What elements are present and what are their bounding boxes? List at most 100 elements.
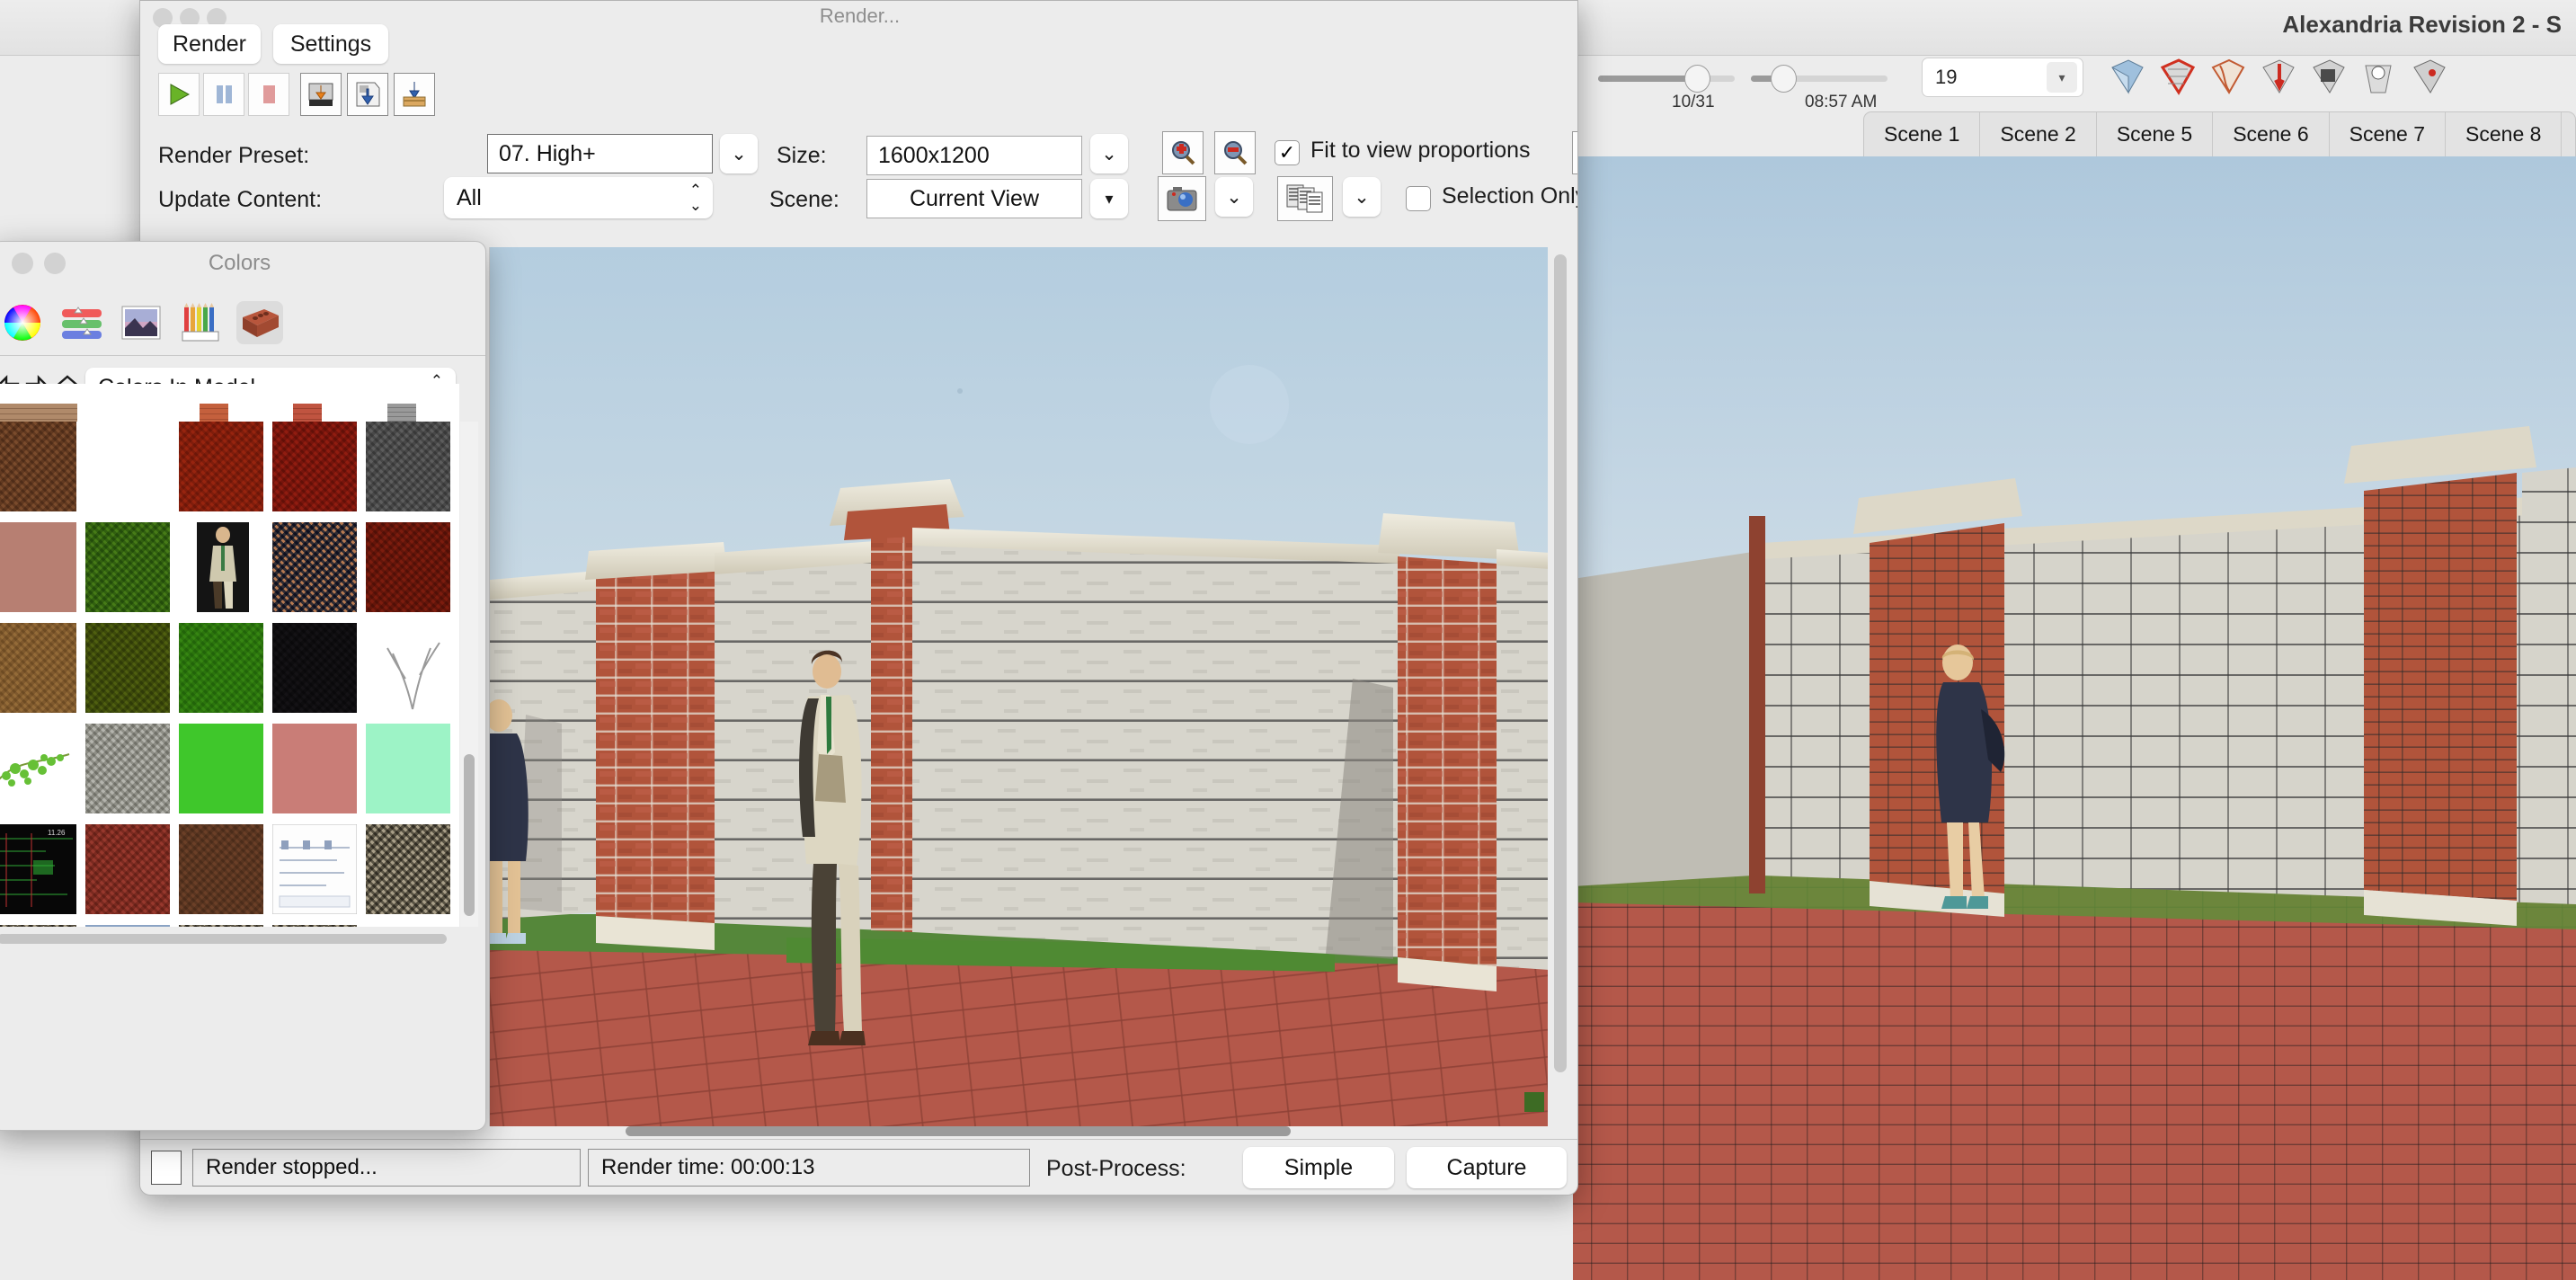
swatch-blank-2[interactable] xyxy=(366,925,450,927)
swatch-foliage-sprig-cutout[interactable] xyxy=(0,724,76,813)
swatch-granite-speckled-2[interactable] xyxy=(0,925,76,927)
swatch-woman-clothing-texture[interactable] xyxy=(272,522,357,612)
color-sliders-icon[interactable] xyxy=(58,301,105,344)
camera-dropdown[interactable]: ⌄ xyxy=(1215,177,1253,217)
size-dropdown[interactable]: ⌄ xyxy=(1090,134,1128,173)
swatch-gravel-red[interactable] xyxy=(85,824,170,914)
play-render-icon[interactable] xyxy=(158,73,200,116)
scene-tab-4[interactable]: Scene 6 xyxy=(2213,112,2330,156)
swatch-cad-drawing-dark[interactable]: 11.26 xyxy=(0,824,76,914)
render-preview-image[interactable] xyxy=(489,247,1548,1126)
scene-dropdown[interactable]: ▾ xyxy=(1090,179,1128,218)
swatch-color-green[interactable] xyxy=(179,724,263,813)
chevron-down-icon[interactable]: ▾ xyxy=(2047,62,2077,93)
zoom-out-icon[interactable] xyxy=(1214,131,1256,174)
sketchup-3d-viewport[interactable] xyxy=(1573,156,2576,1280)
swatch-grid-vertical-scrollbar[interactable] xyxy=(460,422,478,927)
selection-only-checkbox[interactable] xyxy=(1406,186,1431,211)
stop-render-icon[interactable] xyxy=(248,73,289,116)
layers-icon[interactable] xyxy=(1277,176,1333,221)
style-hiddenline-icon[interactable] xyxy=(2258,57,2297,98)
swatch-hedge-green[interactable] xyxy=(85,522,170,612)
swatch-stucco-brown[interactable] xyxy=(179,824,263,914)
swatch-partial[interactable] xyxy=(0,404,77,422)
swatch-brick-running-bond-tan[interactable] xyxy=(0,422,76,511)
style-wireframe-icon[interactable] xyxy=(2207,57,2247,98)
swatch-partial[interactable] xyxy=(387,404,416,422)
swatch-grass-olive[interactable] xyxy=(85,623,170,713)
materials-brick-icon[interactable] xyxy=(236,301,283,344)
pause-render-icon[interactable] xyxy=(203,73,244,116)
shadow-date-slider[interactable]: 10/31 xyxy=(1598,64,1735,111)
capture-button[interactable]: Capture xyxy=(1407,1147,1567,1188)
shadow-time-slider[interactable]: 08:57 AM xyxy=(1751,64,1888,111)
swatch-color-dusty-rose[interactable] xyxy=(0,522,76,612)
style-shaded-icon[interactable] xyxy=(2308,57,2348,98)
material-swatch-grid[interactable]: 11.26 xyxy=(0,422,459,927)
swatch-man-in-suit-cutout[interactable] xyxy=(197,522,249,612)
fit-to-view-checkbox[interactable]: ✓ xyxy=(1275,140,1300,165)
swatch-partial[interactable] xyxy=(200,404,228,422)
swatch-partial[interactable] xyxy=(293,404,322,422)
colors-panel[interactable]: Colors ⌃ 11.26 xyxy=(0,241,486,1131)
swatch-blank-1[interactable] xyxy=(85,422,170,511)
swatch-grass-bright-green[interactable] xyxy=(179,623,263,713)
scroll-thumb[interactable] xyxy=(0,934,447,944)
swatch-brick-red-small[interactable] xyxy=(272,422,357,511)
style-xray-icon[interactable] xyxy=(2157,57,2197,98)
scene-tab-1[interactable]: Scene 1 xyxy=(1864,112,1981,156)
swatch-metal-grey-slats[interactable] xyxy=(366,422,450,511)
scene-tab-2[interactable]: Scene 2 xyxy=(1980,112,2097,156)
scene-tab-5[interactable]: Scene 7 xyxy=(2330,112,2447,156)
swatch-brick-wall-red[interactable] xyxy=(366,522,450,612)
scene-tab-bar[interactable]: Scene 1 Scene 2 Scene 5 Scene 6 Scene 7 Scene… xyxy=(1863,111,2576,156)
fit-region-icon[interactable] xyxy=(1572,131,1577,174)
swatch-color-mint[interactable] xyxy=(366,724,450,813)
date-slider-knob[interactable] xyxy=(1684,65,1710,93)
simple-button[interactable]: Simple xyxy=(1243,1147,1394,1188)
swatch-granite-speckled-3-selected[interactable] xyxy=(85,925,170,927)
swatch-grid-horizontal-scrollbar[interactable] xyxy=(0,930,459,947)
style-monochrome-icon[interactable] xyxy=(2358,57,2398,98)
update-content-select[interactable]: All ⌃ ⌄ xyxy=(444,177,713,218)
render-preset-dropdown[interactable]: ⌄ xyxy=(720,134,758,173)
status-toggle-button[interactable] xyxy=(151,1151,182,1185)
zoom-in-icon[interactable] xyxy=(1162,131,1204,174)
size-field[interactable]: 1600x1200 xyxy=(866,136,1082,175)
swatch-tree-bark-light[interactable] xyxy=(85,724,170,813)
swatch-asphalt-dark[interactable] xyxy=(272,623,357,713)
tab-render[interactable]: Render xyxy=(158,24,261,64)
pencils-icon[interactable] xyxy=(177,301,224,344)
tab-settings[interactable]: Settings xyxy=(273,24,388,64)
swatch-granite-speckled-5[interactable] xyxy=(272,925,357,927)
style-texture-icon[interactable] xyxy=(2409,57,2448,98)
scroll-thumb[interactable] xyxy=(464,754,475,916)
swatch-bare-branch-cutout[interactable] xyxy=(366,623,450,713)
swatch-granite-speckled-4[interactable] xyxy=(179,925,263,927)
scroll-thumb[interactable] xyxy=(1554,254,1567,1072)
swatch-blueprint-scan[interactable] xyxy=(271,823,358,915)
color-wheel-icon[interactable] xyxy=(0,301,46,344)
swatch-brick-orange-small[interactable] xyxy=(179,422,263,511)
scroll-thumb[interactable] xyxy=(626,1126,1291,1136)
color-palettes-icon[interactable] xyxy=(118,301,164,344)
scene-tab-3[interactable]: Scene 5 xyxy=(2097,112,2214,156)
swatch-color-rose[interactable] xyxy=(272,724,357,813)
save-image-icon[interactable] xyxy=(300,73,342,116)
scene-tab-6[interactable]: Scene 8 xyxy=(2446,112,2563,156)
preview-horizontal-scrollbar[interactable] xyxy=(500,1123,1515,1139)
export-archive-icon[interactable] xyxy=(394,73,435,116)
swatch-granite-speckled-1[interactable] xyxy=(366,824,450,914)
scene-tab-7[interactable]: S xyxy=(2562,112,2575,156)
render-preset-field[interactable]: 07. High+ xyxy=(487,134,713,173)
time-slider-knob[interactable] xyxy=(1771,65,1797,93)
swatch-sand-tan[interactable] xyxy=(0,623,76,713)
style-count-field[interactable]: 19 ▾ xyxy=(1922,58,2083,97)
scene-field[interactable]: Current View xyxy=(866,179,1082,218)
colors-mode-toolbar[interactable] xyxy=(0,291,485,354)
style-faces-icon[interactable] xyxy=(2107,57,2146,98)
camera-icon[interactable] xyxy=(1158,176,1206,221)
save-as-icon[interactable] xyxy=(347,73,388,116)
layers-dropdown[interactable]: ⌄ xyxy=(1343,177,1381,217)
preview-vertical-scrollbar[interactable] xyxy=(1550,251,1570,1118)
